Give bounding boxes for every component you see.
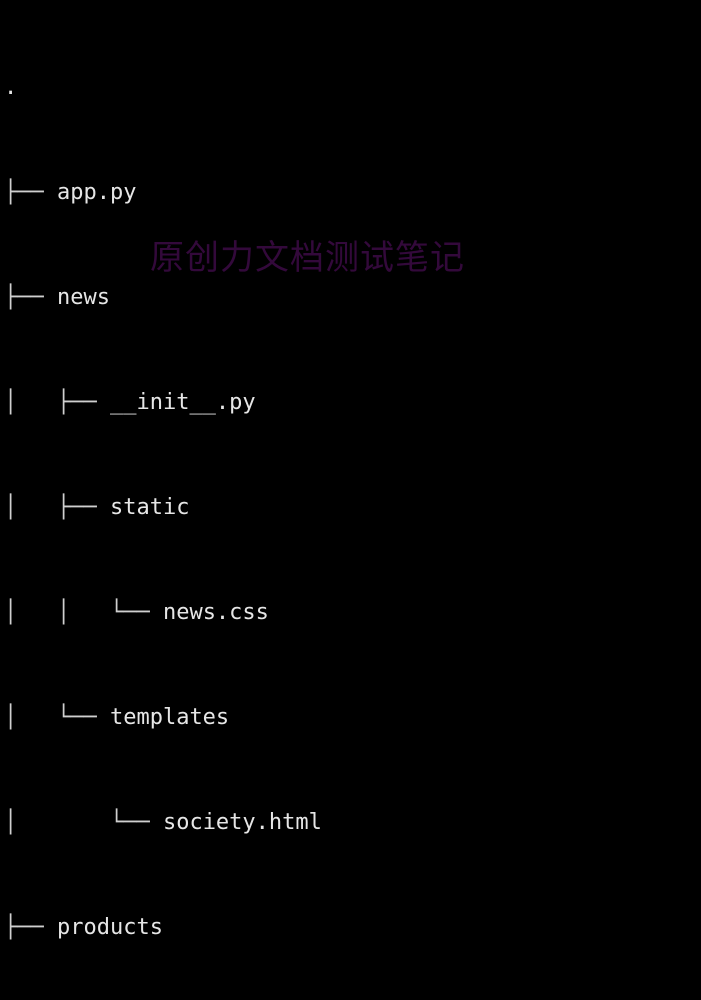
- tree-line: ├── app.py: [4, 175, 322, 210]
- tree-branch: │ └──: [4, 810, 163, 835]
- directory-tree: . ├── app.py ├── news │ ├── __init__.py …: [4, 0, 322, 1000]
- tree-branch: │ │ └──: [4, 600, 163, 625]
- terminal-output: . ├── app.py ├── news │ ├── __init__.py …: [0, 0, 701, 940]
- tree-line: │ ├── __init__.py: [4, 385, 322, 420]
- tree-node-name: static: [109, 495, 190, 520]
- tree-line: │ │ └── news.css: [4, 595, 322, 630]
- tree-line: ├── products: [4, 910, 322, 945]
- tree-line: ├── news: [4, 280, 322, 315]
- tree-line: │ ├── static: [4, 490, 322, 525]
- tree-line: │ └── templates: [4, 700, 322, 735]
- tree-node-name: .: [4, 75, 18, 100]
- tree-node-name: templates: [109, 705, 230, 730]
- tree-branch: ├──: [4, 285, 57, 310]
- tree-node-name: society.html: [162, 810, 322, 835]
- tree-branch: │ ├──: [4, 495, 110, 520]
- tree-node-name: news: [56, 285, 110, 310]
- tree-branch: ├──: [4, 915, 57, 940]
- tree-node-name: products: [56, 915, 163, 940]
- tree-branch: │ └──: [4, 705, 110, 730]
- tree-branch: │ ├──: [4, 390, 110, 415]
- tree-branch: ├──: [4, 180, 57, 205]
- tree-line: │ └── society.html: [4, 805, 322, 840]
- tree-node-name: app.py: [56, 180, 137, 205]
- tree-node-name: __init__.py: [109, 390, 256, 415]
- tree-node-name: news.css: [162, 600, 269, 625]
- tree-line: .: [4, 70, 322, 105]
